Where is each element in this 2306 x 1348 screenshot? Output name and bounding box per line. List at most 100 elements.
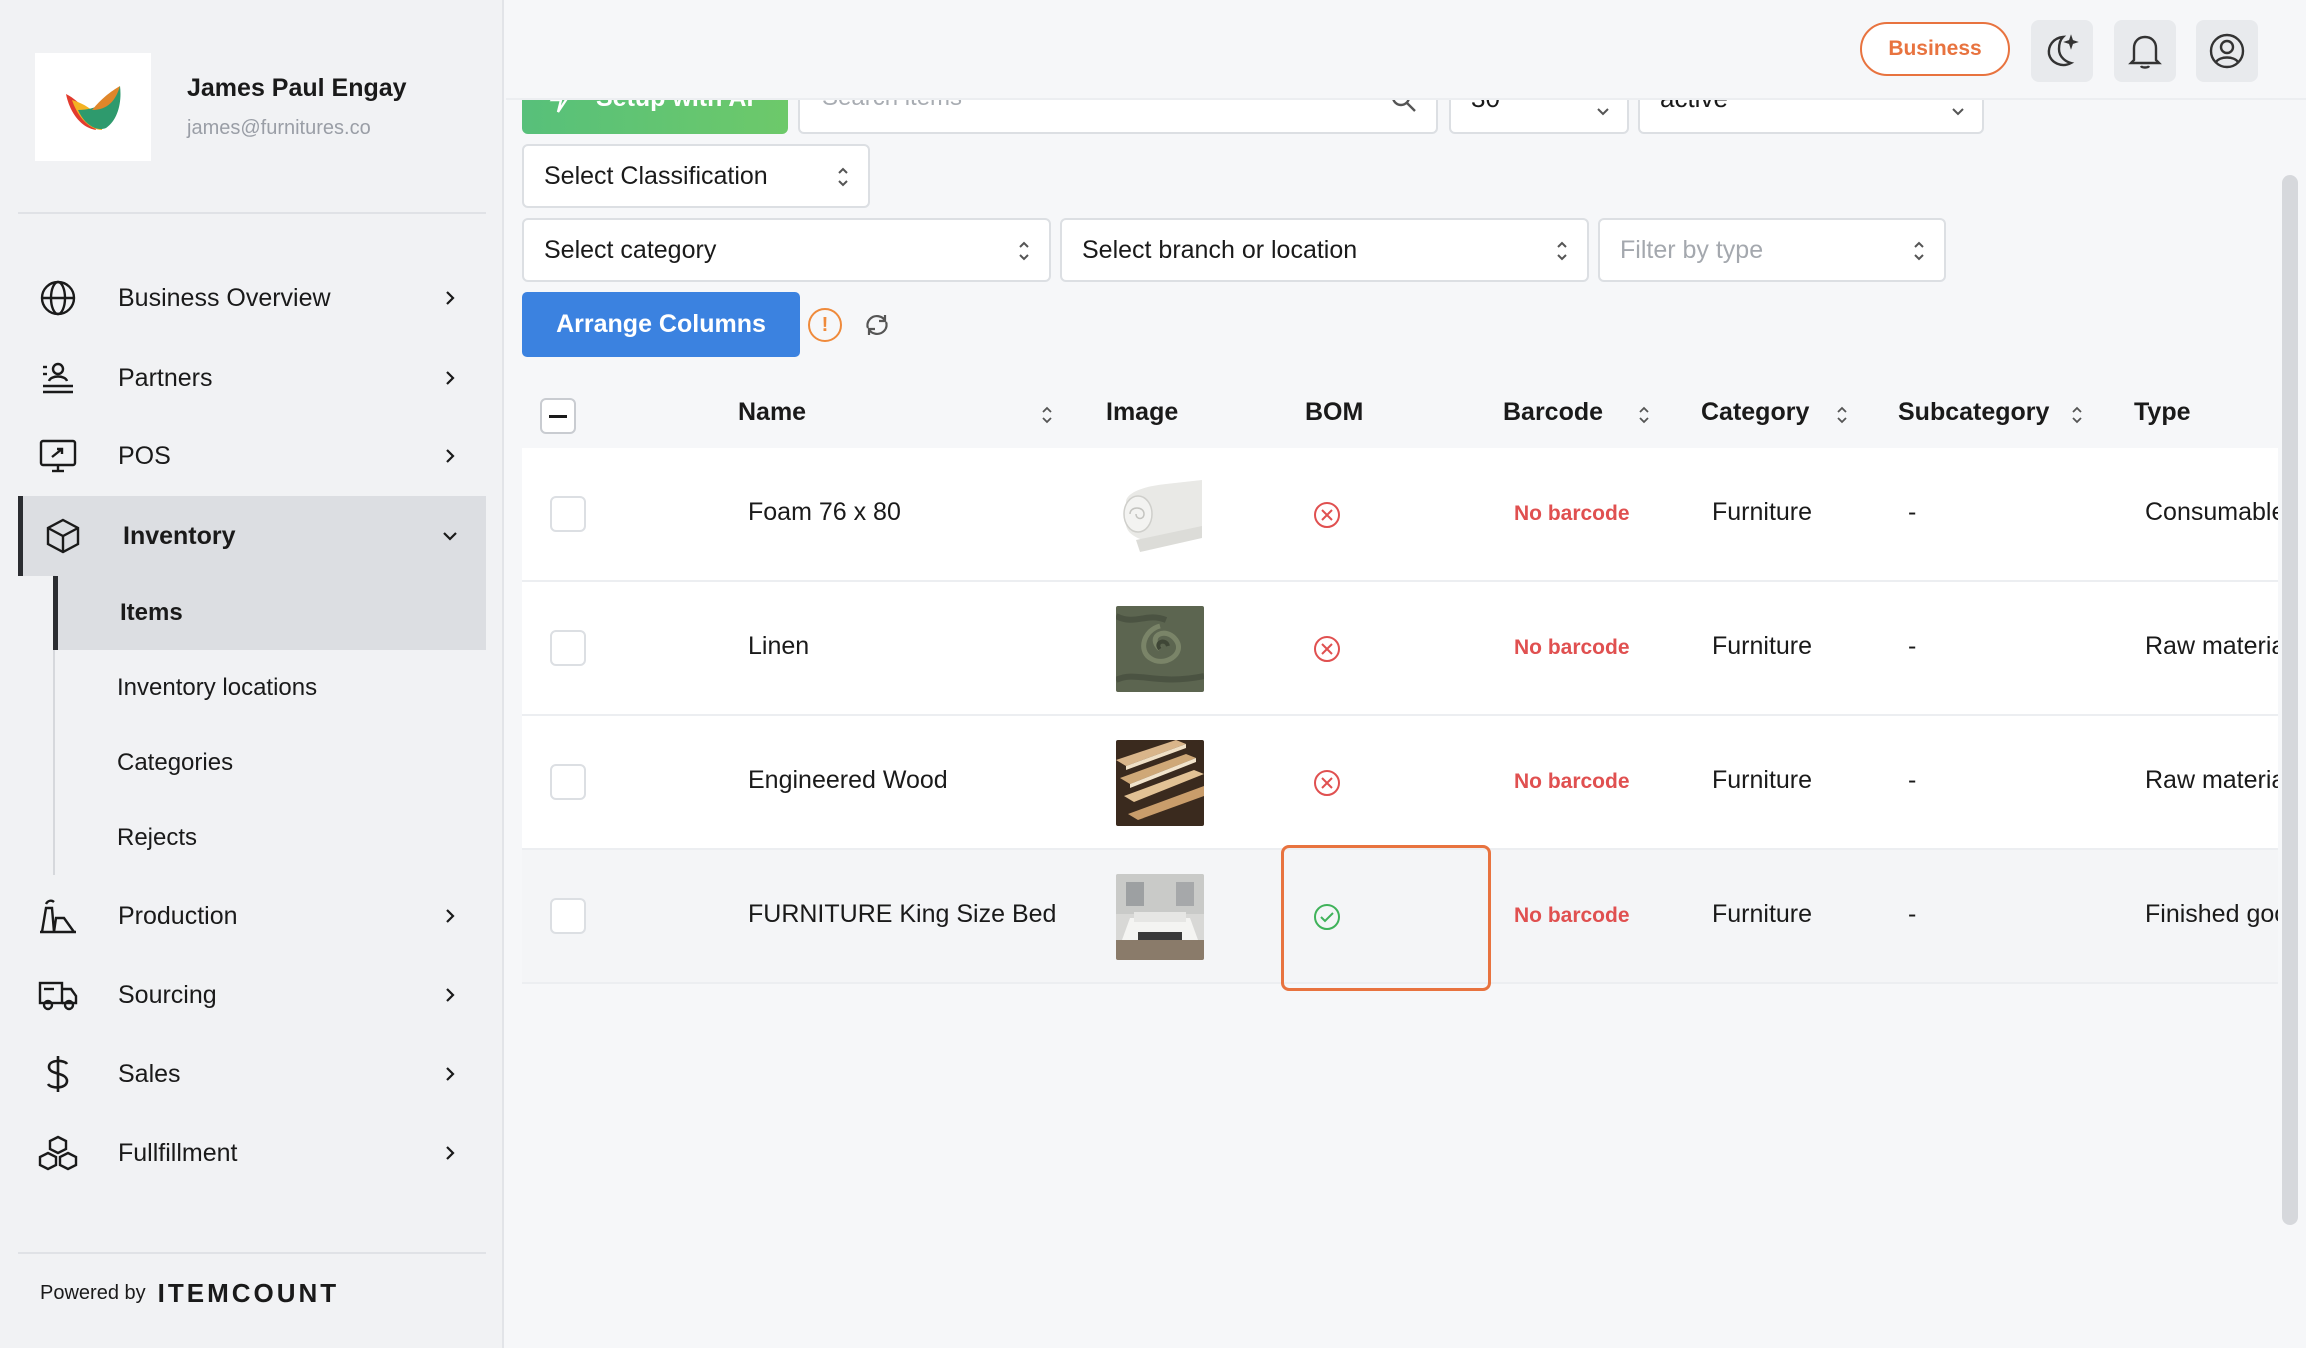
item-name[interactable]: Foam 76 x 80: [748, 498, 901, 527]
nav-production[interactable]: Production: [18, 880, 486, 952]
sort-icon[interactable]: [2070, 404, 2084, 426]
user-circle-icon: [2209, 33, 2245, 69]
sort-icon[interactable]: [1637, 404, 1651, 426]
barcode-value: No barcode: [1514, 770, 1630, 793]
nav-label: Business Overview: [118, 283, 331, 312]
type-value: Consumable: [2145, 498, 2278, 526]
barcode-value: No barcode: [1514, 904, 1630, 927]
nav-label: POS: [118, 441, 171, 470]
nav-inventory[interactable]: Inventory: [18, 496, 486, 576]
user-name: James Paul Engay: [187, 74, 407, 102]
updown-icon: [836, 164, 850, 197]
branch-value: Select branch or location: [1082, 235, 1358, 264]
item-image-engineered-wood[interactable]: [1116, 740, 1204, 826]
factory-icon: [36, 894, 80, 938]
dollar-icon: [36, 1052, 80, 1096]
nav-partners[interactable]: Partners: [18, 342, 486, 414]
arrange-columns-button[interactable]: Arrange Columns: [522, 292, 800, 357]
select-all-checkbox[interactable]: [540, 398, 576, 434]
table-header: Name Image BOM Barcode Category Subcateg…: [522, 380, 2278, 448]
category-value: Furniture: [1712, 766, 1813, 794]
item-name[interactable]: Engineered Wood: [748, 766, 948, 795]
nav-sales[interactable]: Sales: [18, 1038, 486, 1110]
table-row[interactable]: Foam 76 x 80 No barcode Furniture - Cons…: [522, 448, 2278, 582]
table-row[interactable]: FURNITURE King Size Bed No barcode Furni…: [522, 850, 2278, 984]
classification-value: Select Classification: [544, 161, 768, 190]
box-icon: [41, 514, 85, 558]
bell-icon: [2128, 35, 2162, 69]
company-logo: [35, 53, 151, 161]
item-image-king-size-bed[interactable]: [1116, 874, 1204, 960]
top-bar: Business: [506, 0, 2306, 100]
vertical-scrollbar[interactable]: [2282, 175, 2298, 1225]
user-profile[interactable]: James Paul Engay james@furnitures.co: [35, 53, 407, 161]
nav-sourcing[interactable]: Sourcing: [18, 959, 486, 1031]
chevron-down-icon: [436, 522, 464, 550]
business-button[interactable]: Business: [1860, 22, 2010, 76]
row-checkbox[interactable]: [550, 764, 586, 800]
nav-fullfillment[interactable]: Fullfillment: [18, 1117, 486, 1189]
sort-icon[interactable]: [1835, 404, 1849, 426]
column-header-category[interactable]: Category: [1701, 398, 1809, 427]
chevron-right-icon: [436, 981, 464, 1009]
updown-icon: [1017, 238, 1031, 271]
nav-label: Sourcing: [118, 980, 217, 1009]
type-value: Finished goods: [2145, 900, 2278, 928]
item-name[interactable]: Linen: [748, 632, 809, 661]
barcode-value: No barcode: [1514, 502, 1630, 525]
warning-icon[interactable]: !: [808, 308, 842, 342]
column-header-label: Category: [1701, 398, 1810, 426]
nav-pos[interactable]: POS: [18, 420, 486, 492]
nav-label: Fullfillment: [118, 1138, 238, 1167]
branch-select[interactable]: Select branch or location: [1060, 218, 1589, 282]
notifications-button[interactable]: [2114, 20, 2176, 82]
refresh-icon[interactable]: [860, 308, 894, 342]
column-header-image: Image: [1106, 398, 1179, 426]
column-header-name[interactable]: Name: [738, 398, 806, 427]
item-name[interactable]: FURNITURE King Size Bed: [748, 900, 1056, 929]
subnav-inventory-locations[interactable]: Inventory locations: [53, 651, 486, 725]
brand-name: ITEMCOUNT: [157, 1278, 340, 1308]
row-checkbox[interactable]: [550, 898, 586, 934]
category-select[interactable]: Select category: [522, 218, 1051, 282]
column-header-subcategory[interactable]: Subcategory: [1898, 398, 2049, 427]
type-value: Raw material: [2145, 632, 2278, 660]
item-image-linen[interactable]: [1116, 606, 1204, 692]
subnav-categories[interactable]: Categories: [53, 726, 486, 800]
bom-missing-icon: [1312, 500, 1342, 530]
moon-icon: [2047, 34, 2079, 67]
user-email: james@furnitures.co: [187, 117, 371, 139]
subnav-rejects[interactable]: Rejects: [53, 801, 486, 875]
chevron-right-icon: [436, 284, 464, 312]
theme-toggle-button[interactable]: [2031, 20, 2093, 82]
updown-icon: [1912, 238, 1926, 271]
column-header-barcode[interactable]: Barcode: [1503, 398, 1603, 427]
nav-label: Inventory: [123, 521, 236, 550]
column-header-type: Type: [2134, 398, 2191, 426]
nav-business-overview[interactable]: Business Overview: [18, 262, 486, 334]
subcategory-value: -: [1908, 766, 1917, 794]
subnav-items[interactable]: Items: [53, 576, 486, 650]
nav-label: Sales: [118, 1059, 181, 1088]
classification-select[interactable]: Select Classification: [522, 144, 870, 208]
account-button[interactable]: [2196, 20, 2258, 82]
item-image-foam[interactable]: [1116, 472, 1204, 558]
powered-by-label: Powered by: [40, 1282, 146, 1304]
bom-missing-icon: [1312, 634, 1342, 664]
nav-label: Production: [118, 901, 238, 930]
row-checkbox[interactable]: [550, 630, 586, 666]
pos-icon: [36, 434, 80, 478]
category-value: Furniture: [1712, 900, 1813, 928]
sort-icon[interactable]: [1040, 404, 1054, 426]
updown-icon: [1555, 238, 1569, 271]
type-filter-select[interactable]: Filter by type: [1598, 218, 1946, 282]
category-value: Furniture: [1712, 498, 1813, 526]
boxes-icon: [36, 1131, 80, 1175]
column-header-label: Name: [738, 398, 807, 426]
bom-ok-icon: [1312, 902, 1342, 932]
subcategory-value: -: [1908, 498, 1917, 526]
table-row[interactable]: Linen No barcode Furniture - Raw materia…: [522, 582, 2278, 716]
row-checkbox[interactable]: [550, 496, 586, 532]
column-header-label: Subcategory: [1898, 398, 2050, 426]
table-row[interactable]: Engineered Wood No barcode Furniture - R…: [522, 716, 2278, 850]
